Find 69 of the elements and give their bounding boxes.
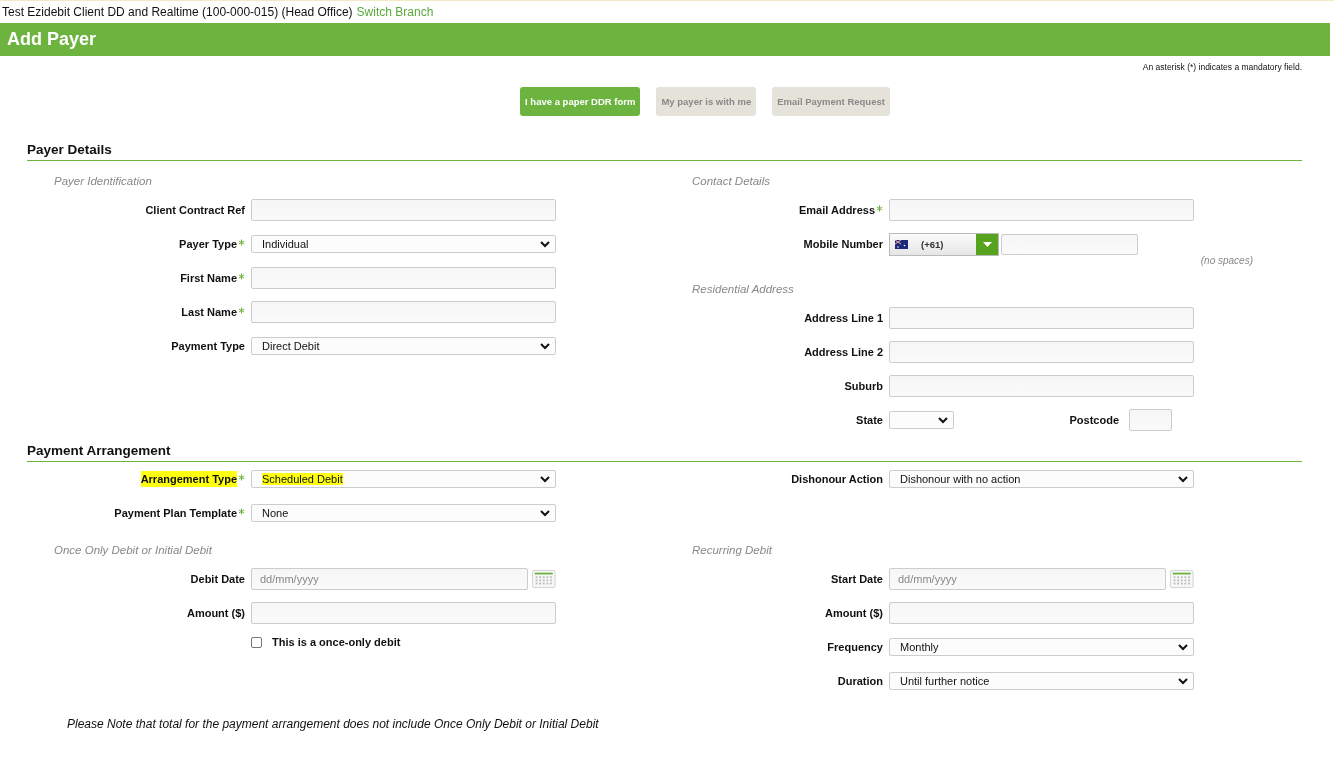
input-field[interactable] <box>889 341 1194 363</box>
field-label: Last Name <box>181 305 237 320</box>
footer-note: Please Note that total for the payment arrangement does not include Once Only Debit or Initial Debit <box>67 717 599 731</box>
group-heading: Once Only Debit or Initial Debit <box>53 543 214 558</box>
input-field[interactable] <box>889 602 1194 624</box>
group-heading: Contact Details <box>691 174 771 189</box>
field-label: Client Contract Ref <box>145 203 245 218</box>
checkbox[interactable] <box>251 636 262 648</box>
input-field[interactable] <box>251 267 556 289</box>
chevron-icon <box>540 240 550 248</box>
chevron-icon <box>1178 677 1188 685</box>
field-label: Postcode <box>1069 413 1119 428</box>
section-heading: Payer Details <box>27 142 1302 161</box>
select-field[interactable]: Direct Debit <box>251 337 556 355</box>
field-label: Address Line 1 <box>804 311 883 326</box>
client-name: Test Ezidebit Client DD and Realtime (100-000-015) (Head Office) <box>2 5 353 19</box>
chevron-icon <box>540 475 550 483</box>
dropdown-arrow-icon <box>982 241 992 247</box>
select-field[interactable]: Monthly <box>889 638 1194 656</box>
page-title: Add Payer <box>0 23 1330 56</box>
chevron-icon <box>540 509 550 517</box>
mandatory-note: An asterisk (*) indicates a mandatory field. <box>1142 62 1302 72</box>
field-label: Dishonour Action <box>791 472 883 487</box>
field-label: Arrangement Type <box>140 471 237 487</box>
field-label: Payment Type <box>171 339 245 354</box>
checkbox-label: This is a once-only debit <box>272 636 401 648</box>
field-label: Mobile Number <box>803 237 883 252</box>
field-label: Amount ($) <box>824 606 883 621</box>
field-label: First Name <box>180 271 237 286</box>
chevron-icon <box>938 416 948 424</box>
group-heading: Recurring Debit <box>691 543 774 558</box>
group-heading: Payer Identification <box>53 174 153 189</box>
select-field[interactable]: Until further notice <box>889 672 1194 690</box>
field-label: Frequency <box>827 640 883 655</box>
field-label: Address Line 2 <box>804 345 883 360</box>
country-code-selector[interactable]: (+61) <box>889 232 999 256</box>
field-label: Debit Date <box>190 572 245 587</box>
group-heading: Residential Address <box>691 282 795 297</box>
select-field[interactable]: None <box>251 504 556 522</box>
chevron-icon <box>1178 643 1188 651</box>
input-field[interactable] <box>251 301 556 323</box>
select-field[interactable]: Scheduled Debit <box>251 470 556 488</box>
input-field[interactable] <box>251 602 556 624</box>
chevron-icon <box>1178 475 1188 483</box>
input-field[interactable]: dd/mm/yyyy <box>251 568 529 590</box>
input-field[interactable]: dd/mm/yyyy <box>889 568 1167 590</box>
field-label: Email Address <box>799 203 875 218</box>
section-heading: Payment Arrangement <box>27 443 1302 462</box>
input-field[interactable] <box>889 375 1194 397</box>
select-field[interactable]: Individual <box>251 235 556 253</box>
field-label: Amount ($) <box>186 606 245 621</box>
flag-icon <box>895 239 908 249</box>
field-label: State <box>856 413 883 428</box>
calendar-icon <box>532 569 556 589</box>
field-label: Start Date <box>831 572 883 587</box>
select-field[interactable]: Dishonour with no action <box>889 470 1194 488</box>
field-hint: (no spaces) <box>1200 255 1253 268</box>
input-field[interactable] <box>1129 409 1172 431</box>
input-field[interactable] <box>889 307 1194 329</box>
field-label: Payer Type <box>179 237 237 252</box>
calendar-icon <box>1170 569 1194 589</box>
input-field[interactable] <box>251 199 556 221</box>
input-field[interactable] <box>1001 233 1138 255</box>
field-label: Payment Plan Template <box>114 506 237 521</box>
input-field[interactable] <box>889 199 1194 221</box>
field-label: Suburb <box>844 379 883 394</box>
chevron-icon <box>540 342 550 350</box>
select-field[interactable] <box>889 411 954 429</box>
field-label: Duration <box>837 674 883 689</box>
